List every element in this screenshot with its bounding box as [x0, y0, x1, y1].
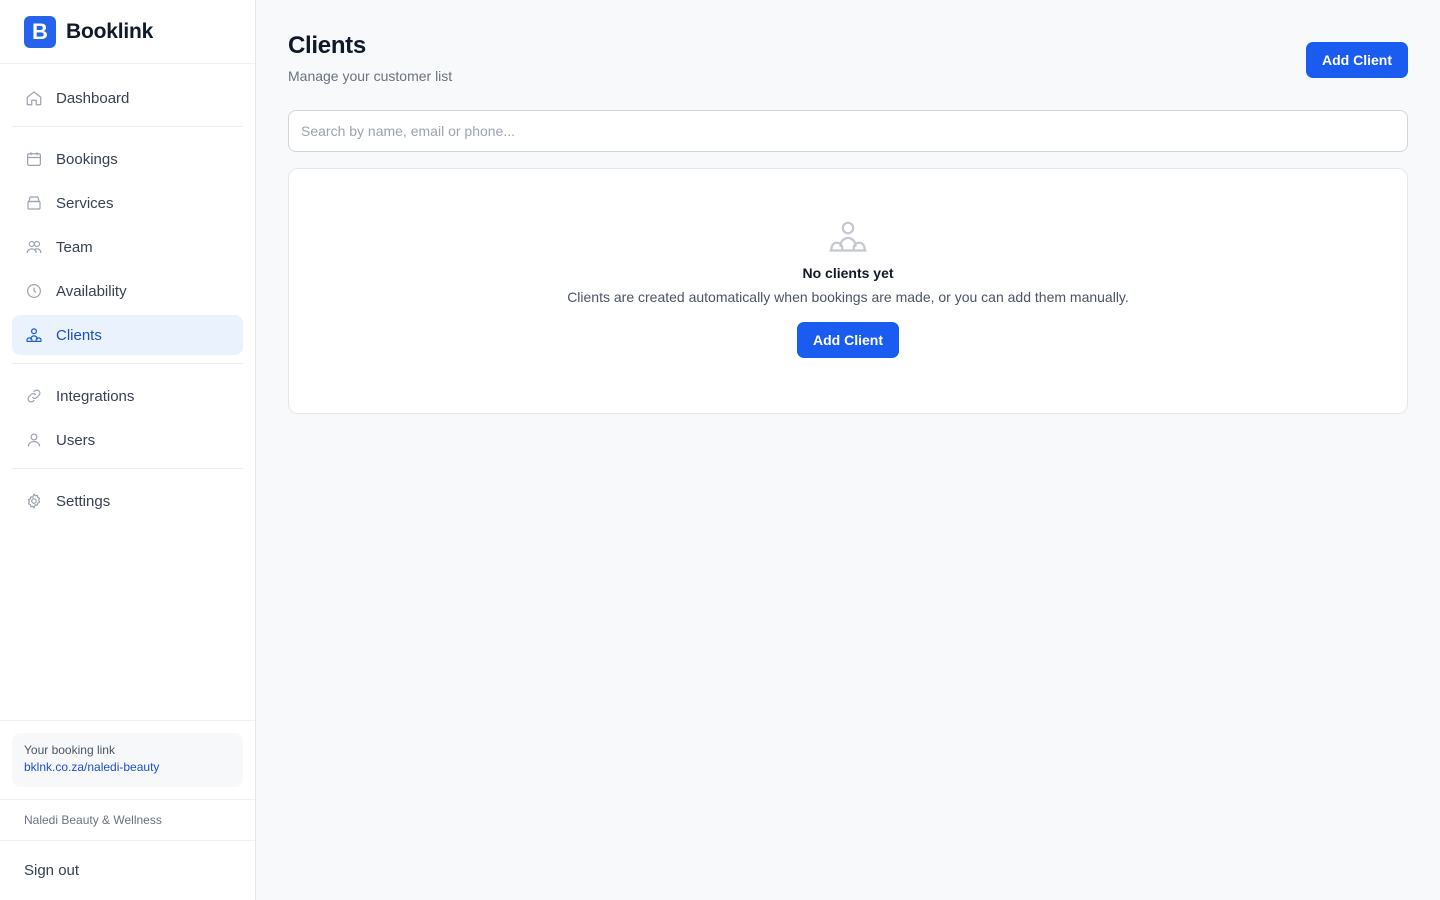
services-icon	[24, 193, 44, 213]
search-input[interactable]	[301, 123, 1395, 139]
nav-divider	[12, 468, 243, 469]
nav-divider	[12, 126, 243, 127]
sidebar-item-dashboard[interactable]: Dashboard	[12, 78, 243, 118]
sidebar-item-label: Clients	[56, 326, 102, 344]
sidebar-item-availability[interactable]: Availability	[12, 271, 243, 311]
sidebar-nav: Dashboard Bookings Services Team Availab…	[0, 64, 255, 720]
gear-icon	[24, 491, 44, 511]
sidebar-item-label: Dashboard	[56, 89, 130, 107]
sidebar-item-label: Services	[56, 194, 114, 212]
sidebar-item-clients[interactable]: Clients	[12, 315, 243, 355]
empty-add-client-button[interactable]: Add Client	[797, 322, 899, 358]
brand-logo[interactable]: B	[24, 15, 56, 48]
booking-link-url[interactable]: bklnk.co.za/naledi-beauty	[24, 760, 231, 774]
sidebar-item-team[interactable]: Team	[12, 227, 243, 267]
booking-link-card: Your booking link bklnk.co.za/naledi-bea…	[12, 733, 243, 787]
sidebar-item-label: Settings	[56, 492, 111, 510]
sidebar-item-integrations[interactable]: Integrations	[12, 376, 243, 416]
sidebar-item-label: Integrations	[56, 387, 135, 405]
booking-link-label: Your booking link	[24, 743, 115, 757]
business-name: Naledi Beauty & Wellness	[0, 799, 255, 840]
add-client-button[interactable]: Add Client	[1306, 42, 1408, 78]
user-icon	[24, 430, 44, 450]
sidebar-item-label: Bookings	[56, 150, 118, 168]
sidebar: B Booklink Dashboard Bookings Services T…	[0, 0, 256, 900]
empty-state-description: Clients are created automatically when b…	[567, 289, 1129, 305]
brand-name: Booklink	[66, 19, 154, 43]
search-box	[288, 110, 1408, 152]
sidebar-item-bookings[interactable]: Bookings	[12, 139, 243, 179]
page-header: Clients Manage your customer list Add Cl…	[288, 32, 1408, 84]
page-title: Clients	[288, 32, 366, 59]
home-icon	[24, 88, 44, 108]
empty-state: No clients yet Clients are created autom…	[288, 168, 1408, 414]
sidebar-item-label: Team	[56, 238, 93, 256]
sidebar-footer: Your booking link bklnk.co.za/naledi-bea…	[0, 720, 255, 900]
sidebar-item-label: Availability	[56, 282, 127, 300]
empty-state-title: No clients yet	[802, 265, 894, 281]
nav-divider	[12, 363, 243, 364]
calendar-icon	[24, 149, 44, 169]
sidebar-item-settings[interactable]: Settings	[12, 481, 243, 521]
sidebar-item-services[interactable]: Services	[12, 183, 243, 223]
page-subtitle: Manage your customer list	[288, 68, 453, 84]
team-icon	[24, 237, 44, 257]
clients-icon	[24, 325, 44, 345]
link-icon	[24, 386, 44, 406]
sidebar-item-label: Users	[56, 431, 96, 449]
clients-icon	[828, 219, 868, 255]
sign-out-button[interactable]: Sign out	[0, 840, 255, 900]
brand: B Booklink	[0, 0, 255, 64]
main-content: Clients Manage your customer list Add Cl…	[256, 0, 1440, 900]
clock-icon	[24, 281, 44, 301]
sidebar-item-users[interactable]: Users	[12, 420, 243, 460]
